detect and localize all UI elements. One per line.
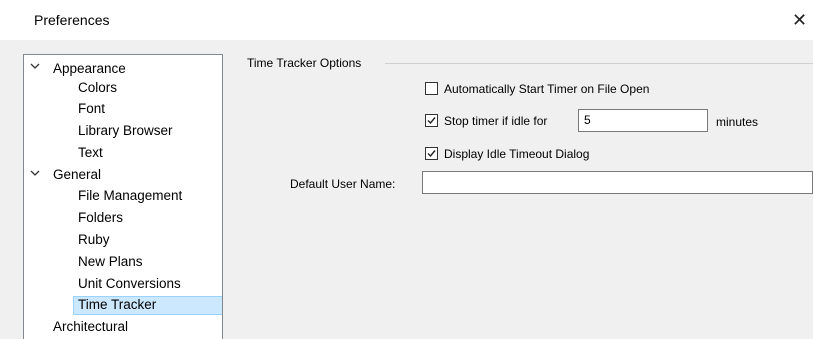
auto-start-checkbox[interactable] (425, 82, 438, 95)
tree-item-ruby[interactable]: Ruby (78, 231, 110, 248)
idle-dialog-checkbox[interactable] (425, 147, 438, 160)
tree-item-unit-conversions[interactable]: Unit Conversions (78, 275, 181, 292)
chevron-down-icon[interactable] (30, 61, 40, 71)
chevron-down-icon[interactable] (30, 168, 40, 178)
close-icon[interactable]: ✕ (786, 6, 813, 34)
default-user-input[interactable] (422, 171, 813, 194)
idle-dialog-label: Display Idle Timeout Dialog (444, 147, 590, 161)
stop-idle-label: Stop timer if idle for (444, 114, 548, 128)
auto-start-label: Automatically Start Timer on File Open (444, 82, 650, 96)
tree-item-new-plans[interactable]: New Plans (78, 253, 143, 270)
title-bar: Preferences ✕ (0, 0, 813, 40)
tree-item-colors[interactable]: Colors (78, 79, 117, 96)
tree-item-text[interactable]: Text (78, 144, 103, 161)
tree-item-appearance[interactable]: Appearance (53, 60, 126, 77)
idle-minutes-input[interactable]: 5 (578, 109, 708, 132)
default-user-label: Default User Name: (290, 177, 396, 191)
stop-idle-checkbox[interactable] (425, 114, 438, 127)
minutes-unit-label: minutes (716, 115, 759, 129)
tree-item-library-browser[interactable]: Library Browser (78, 122, 173, 139)
tree-item-font[interactable]: Font (78, 100, 105, 117)
tree-item-architectural[interactable]: Architectural (53, 318, 128, 335)
group-divider (385, 63, 813, 64)
tree-item-time-tracker[interactable]: Time Tracker (73, 296, 222, 315)
tree-item-folders[interactable]: Folders (78, 209, 123, 226)
group-title: Time Tracker Options (247, 56, 362, 70)
category-tree[interactable]: Appearance Colors Font Library Browser T… (23, 54, 223, 339)
window-title: Preferences (34, 12, 110, 28)
tree-item-file-management[interactable]: File Management (78, 187, 182, 204)
tree-item-general[interactable]: General (53, 166, 101, 183)
